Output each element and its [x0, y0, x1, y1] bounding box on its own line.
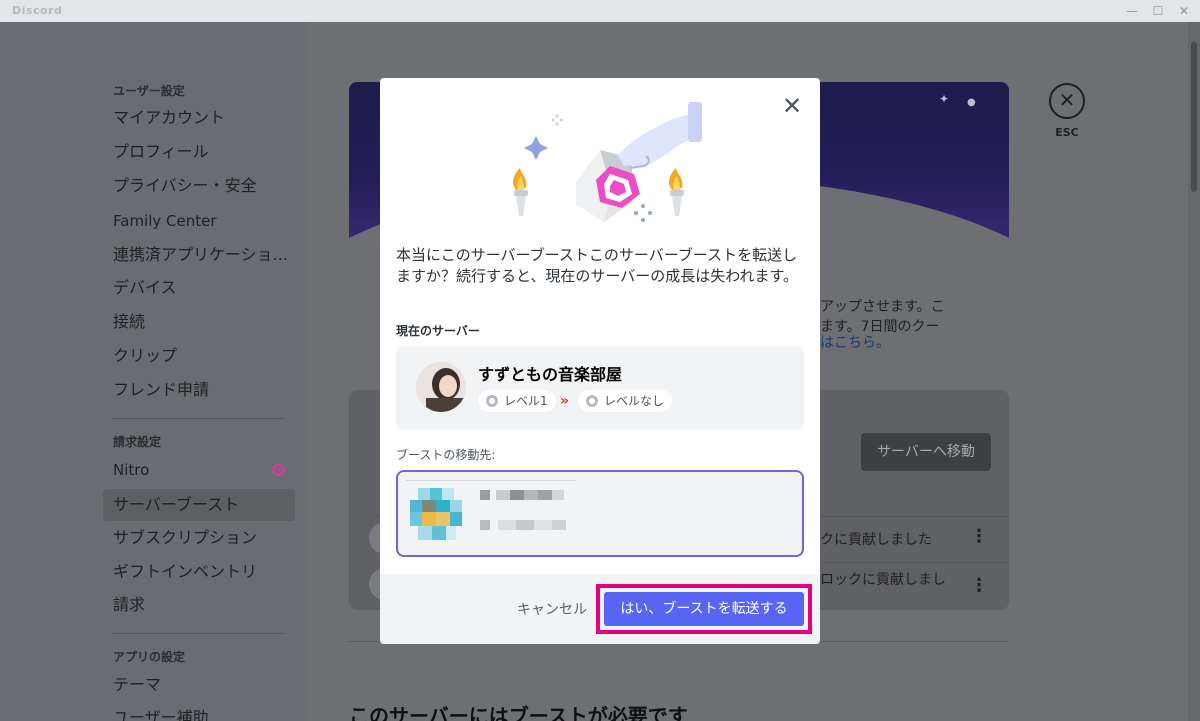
sidebar-item-nitro[interactable]: Nitro — [103, 454, 295, 486]
level-arrow-icon: » — [560, 393, 569, 409]
app-title: Discord — [12, 4, 63, 17]
sidebar-item-subscriptions[interactable]: サブスクリプション — [103, 522, 295, 554]
boost-needed-heading: このサーバーにはブーストが必要です — [349, 704, 688, 721]
sidebar-item-billing[interactable]: 請求 — [103, 589, 295, 621]
level-from-badge: レベル1 — [478, 390, 556, 412]
boost-level-icon — [586, 395, 598, 407]
esc-label: ESC — [1055, 126, 1079, 139]
nitro-icon — [271, 464, 285, 476]
boost-transfer-illustration — [513, 102, 702, 222]
boost-row-text: クに貢献しました — [820, 532, 932, 548]
sidebar-item-friend-requests[interactable]: フレンド申請 — [103, 374, 295, 406]
more-options-icon[interactable]: ⋮ — [970, 577, 988, 595]
level-from-text: レベル1 — [504, 394, 548, 408]
level-to-badge: レベルなし — [578, 390, 673, 412]
sidebar-item-server-boost[interactable]: サーバーブースト — [103, 489, 295, 521]
current-server-name: すずともの音楽部屋 — [478, 365, 623, 384]
sidebar-item-label: Nitro — [113, 461, 150, 479]
settings-sidebar: ユーザー設定 マイアカウント プロフィール プライバシー・安全 Family C… — [0, 22, 308, 721]
goto-server-button[interactable]: サーバーへ移動 — [861, 433, 991, 471]
sidebar-item-family-center[interactable]: Family Center — [103, 205, 295, 237]
target-server-level-redacted — [480, 520, 566, 530]
content-scrollbar[interactable] — [1188, 22, 1200, 721]
modal-close-button[interactable]: ✕ — [778, 92, 806, 120]
more-options-icon[interactable]: ⋮ — [970, 528, 988, 546]
boost-info-text: アップさせます。こ — [820, 299, 945, 315]
sidebar-item-gift-inventory[interactable]: ギフトインベントリ — [103, 556, 295, 588]
card-divider — [406, 480, 576, 481]
sidebar-item-privacy[interactable]: プライバシー・安全 — [103, 170, 295, 202]
sidebar-item-appearance[interactable]: テーマ — [103, 669, 295, 701]
sidebar-item-authorized-apps[interactable]: 連携済アプリケーショ... — [103, 239, 295, 271]
sparkle-icon: ✦ — [939, 92, 950, 106]
window-close-button[interactable]: ✕ — [1170, 2, 1198, 20]
cancel-button[interactable]: キャンセル — [510, 594, 594, 626]
sidebar-item-clips[interactable]: クリップ — [103, 340, 295, 372]
sidebar-divider — [113, 633, 285, 634]
sparkle-icon — [524, 136, 548, 160]
transfer-boost-modal: ✕ 本当にこのサーバーブーストこのサーバーブーストを転送しますか？続行すると、現… — [380, 78, 820, 644]
transfer-confirm-description: 本当にこのサーバーブーストこのサーバーブーストを転送しますか？続行すると、現在の… — [396, 246, 799, 285]
sparkle-icon — [551, 114, 563, 126]
minimize-button[interactable]: — — [1118, 2, 1146, 20]
confirm-transfer-button[interactable]: はい、ブーストを転送する — [604, 592, 804, 626]
current-server-card: すずともの音楽部屋 レベル1 » レベルなし — [396, 346, 804, 430]
target-server-name-redacted — [480, 490, 564, 500]
target-server-avatar — [410, 488, 462, 540]
hand-shape — [618, 112, 700, 166]
billing-settings-header: 請求設定 — [113, 435, 162, 449]
sidebar-item-profile[interactable]: プロフィール — [103, 136, 295, 168]
sidebar-item-my-account[interactable]: マイアカウント — [103, 102, 295, 134]
sidebar-item-connections[interactable]: 接続 — [103, 306, 295, 338]
boost-level-icon — [486, 395, 498, 407]
sparkle-icon — [634, 204, 652, 222]
torch-icon — [669, 168, 684, 216]
scrollbar-thumb[interactable] — [1191, 42, 1197, 192]
modal-footer: キャンセル はい、ブーストを転送する — [380, 574, 820, 644]
sparkle-icon: ● — [967, 97, 976, 108]
target-server-label: ブーストの移動先: — [396, 448, 496, 462]
app-settings-header: アプリの設定 — [113, 650, 186, 664]
sidebar-item-accessibility[interactable]: ユーザー補助 — [103, 702, 295, 721]
window-titlebar: Discord — ☐ ✕ — [0, 0, 1200, 22]
level-to-text: レベルなし — [604, 394, 665, 408]
sidebar-item-devices[interactable]: デバイス — [103, 272, 295, 304]
current-server-label: 現在のサーバー — [396, 324, 480, 338]
boost-info-link[interactable]: はこちら。 — [820, 332, 890, 352]
esc-close-button[interactable]: ✕ — [1049, 83, 1085, 119]
server-avatar — [416, 362, 466, 412]
sidebar-divider — [113, 418, 285, 419]
user-settings-header: ユーザー設定 — [113, 84, 185, 98]
torch-icon — [513, 168, 528, 216]
boost-row-text: ロックに貢献しまし — [820, 572, 946, 588]
maximize-button[interactable]: ☐ — [1144, 2, 1172, 20]
target-server-card[interactable] — [396, 470, 804, 557]
